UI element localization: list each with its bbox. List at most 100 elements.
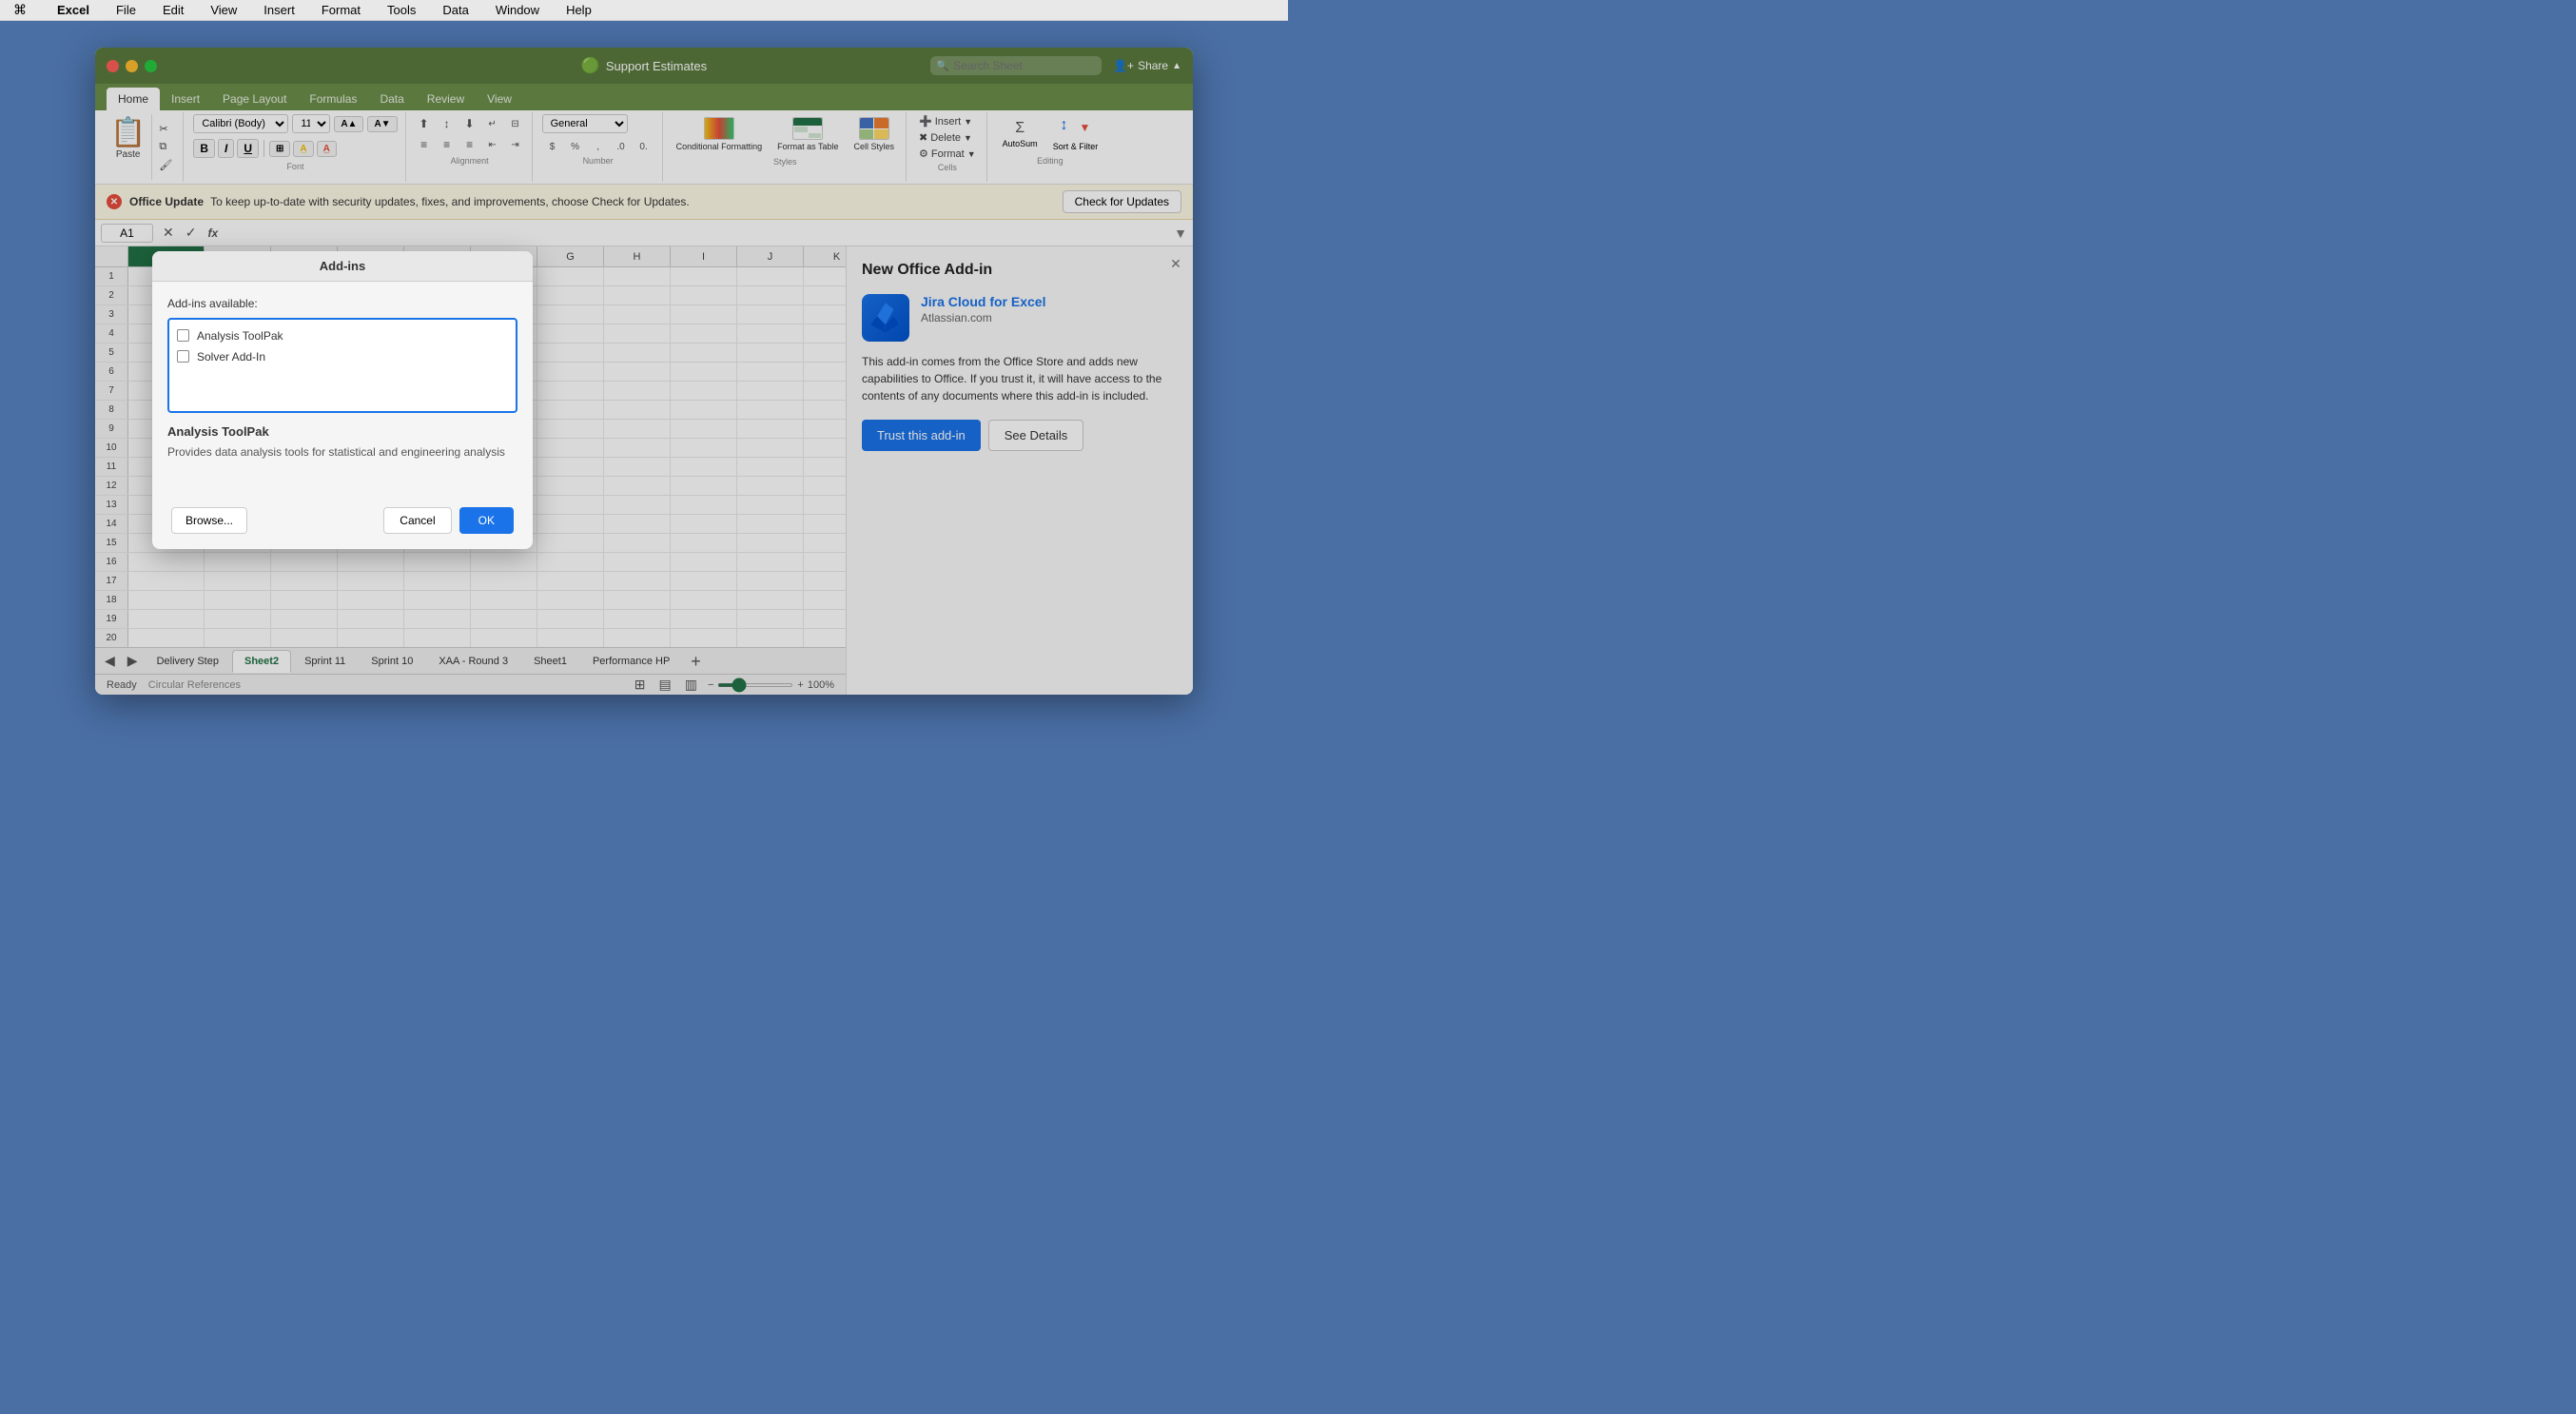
sheet-cell[interactable]: [804, 553, 846, 571]
sheet-cell[interactable]: [604, 458, 671, 476]
sheet-cell[interactable]: [671, 324, 737, 343]
zoom-slider[interactable]: [717, 683, 793, 687]
menu-data[interactable]: Data: [437, 1, 474, 19]
tab-scroll-left[interactable]: ◀: [99, 651, 121, 671]
sheet-cell[interactable]: [537, 286, 604, 304]
sheet-tab-sheet1[interactable]: Sheet1: [521, 650, 579, 673]
sheet-cell[interactable]: [205, 591, 271, 609]
sheet-cell[interactable]: [604, 610, 671, 628]
sheet-cell[interactable]: [737, 363, 804, 381]
sheet-cell[interactable]: [271, 572, 338, 590]
normal-view-button[interactable]: ⊞: [632, 676, 649, 694]
sheet-cell[interactable]: [537, 458, 604, 476]
wrap-text-button[interactable]: ↵: [482, 114, 503, 133]
sheet-cell[interactable]: [537, 439, 604, 457]
confirm-formula-icon[interactable]: ✓: [182, 223, 201, 243]
sheet-cell[interactable]: [537, 572, 604, 590]
align-right-button[interactable]: ≡: [459, 135, 480, 154]
sheet-cell[interactable]: [338, 591, 404, 609]
menu-edit[interactable]: Edit: [157, 1, 189, 19]
sheet-cell[interactable]: [737, 629, 804, 647]
tab-view[interactable]: View: [476, 88, 523, 110]
menu-window[interactable]: Window: [490, 1, 545, 19]
sheet-cell[interactable]: [604, 305, 671, 324]
sheet-cell[interactable]: [471, 629, 537, 647]
sheet-cell[interactable]: [737, 572, 804, 590]
sheet-cell[interactable]: [671, 477, 737, 495]
col-header-g[interactable]: G: [537, 246, 604, 266]
sheet-cell[interactable]: [804, 305, 846, 324]
sheet-cell[interactable]: [604, 553, 671, 571]
analysis-toolpak-checkbox[interactable]: [177, 329, 189, 342]
sheet-cell[interactable]: [271, 553, 338, 571]
sheet-cell[interactable]: [604, 477, 671, 495]
sheet-tab-delivery-step[interactable]: Delivery Step: [145, 650, 231, 673]
sheet-cell[interactable]: [804, 458, 846, 476]
zoom-out-icon[interactable]: −: [708, 679, 713, 691]
sheet-cell[interactable]: [671, 629, 737, 647]
font-family-select[interactable]: Calibri (Body): [193, 114, 288, 133]
sheet-cell[interactable]: [804, 401, 846, 419]
font-size-select[interactable]: 11: [292, 114, 330, 133]
sheet-cell[interactable]: [128, 629, 205, 647]
sheet-cell[interactable]: [338, 553, 404, 571]
sheet-cell[interactable]: [271, 610, 338, 628]
sheet-cell[interactable]: [537, 267, 604, 285]
sheet-cell[interactable]: [804, 344, 846, 362]
trust-addin-button[interactable]: Trust this add-in: [862, 420, 981, 451]
sheet-cell[interactable]: [604, 439, 671, 457]
sheet-cell[interactable]: [471, 572, 537, 590]
zoom-in-icon[interactable]: +: [797, 679, 803, 691]
insert-function-icon[interactable]: fx: [204, 225, 222, 242]
sheet-cell[interactable]: [737, 610, 804, 628]
close-button[interactable]: [107, 60, 119, 72]
formula-input[interactable]: [227, 225, 1168, 242]
sheet-cell[interactable]: [737, 591, 804, 609]
sheet-cell[interactable]: [404, 610, 471, 628]
sheet-cell[interactable]: [471, 553, 537, 571]
sheet-cell[interactable]: [128, 572, 205, 590]
sheet-cell[interactable]: [737, 401, 804, 419]
sheet-cell[interactable]: [604, 363, 671, 381]
format-painter-button[interactable]: 🖌: [156, 158, 175, 172]
sheet-cell[interactable]: [271, 629, 338, 647]
sheet-cell[interactable]: [537, 534, 604, 552]
sheet-cell[interactable]: [804, 515, 846, 533]
sheet-cell[interactable]: [537, 305, 604, 324]
paste-button[interactable]: 📋 Paste: [105, 114, 152, 180]
sheet-cell[interactable]: [604, 382, 671, 400]
decrease-decimal-button[interactable]: 0.: [634, 137, 654, 156]
sheet-cell[interactable]: [604, 324, 671, 343]
sheet-cell[interactable]: [537, 344, 604, 362]
sheet-cell[interactable]: [537, 591, 604, 609]
sheet-cell[interactable]: [737, 534, 804, 552]
sheet-cell[interactable]: [604, 496, 671, 514]
sheet-cell[interactable]: [671, 610, 737, 628]
sheet-cell[interactable]: [537, 420, 604, 438]
sheet-cell[interactable]: [804, 496, 846, 514]
align-center-button[interactable]: ≡: [437, 135, 458, 154]
sheet-cell[interactable]: [338, 610, 404, 628]
sheet-cell[interactable]: [205, 572, 271, 590]
addin-item-analysis-toolpak[interactable]: Analysis ToolPak: [175, 325, 510, 346]
sheet-cell[interactable]: [604, 401, 671, 419]
col-header-i[interactable]: I: [671, 246, 737, 266]
sheet-cell[interactable]: [737, 267, 804, 285]
sheet-cell[interactable]: [737, 344, 804, 362]
menu-tools[interactable]: Tools: [381, 1, 421, 19]
add-sheet-button[interactable]: +: [683, 651, 709, 672]
number-format-select[interactable]: General: [542, 114, 628, 133]
sheet-tab-sprint10[interactable]: Sprint 10: [359, 650, 425, 673]
cancel-formula-icon[interactable]: ✕: [159, 223, 178, 243]
col-header-k[interactable]: K: [804, 246, 846, 266]
increase-indent-button[interactable]: ⇥: [505, 135, 526, 154]
sheet-tab-sheet2[interactable]: Sheet2: [232, 650, 291, 673]
copy-button[interactable]: ⧉: [156, 140, 175, 154]
sheet-cell[interactable]: [671, 572, 737, 590]
sheet-tab-xaa-round3[interactable]: XAA - Round 3: [426, 650, 520, 673]
check-updates-button[interactable]: Check for Updates: [1063, 190, 1181, 213]
sheet-cell[interactable]: [604, 534, 671, 552]
sheet-cell[interactable]: [205, 553, 271, 571]
tab-data[interactable]: Data: [368, 88, 415, 110]
sheet-cell[interactable]: [604, 515, 671, 533]
